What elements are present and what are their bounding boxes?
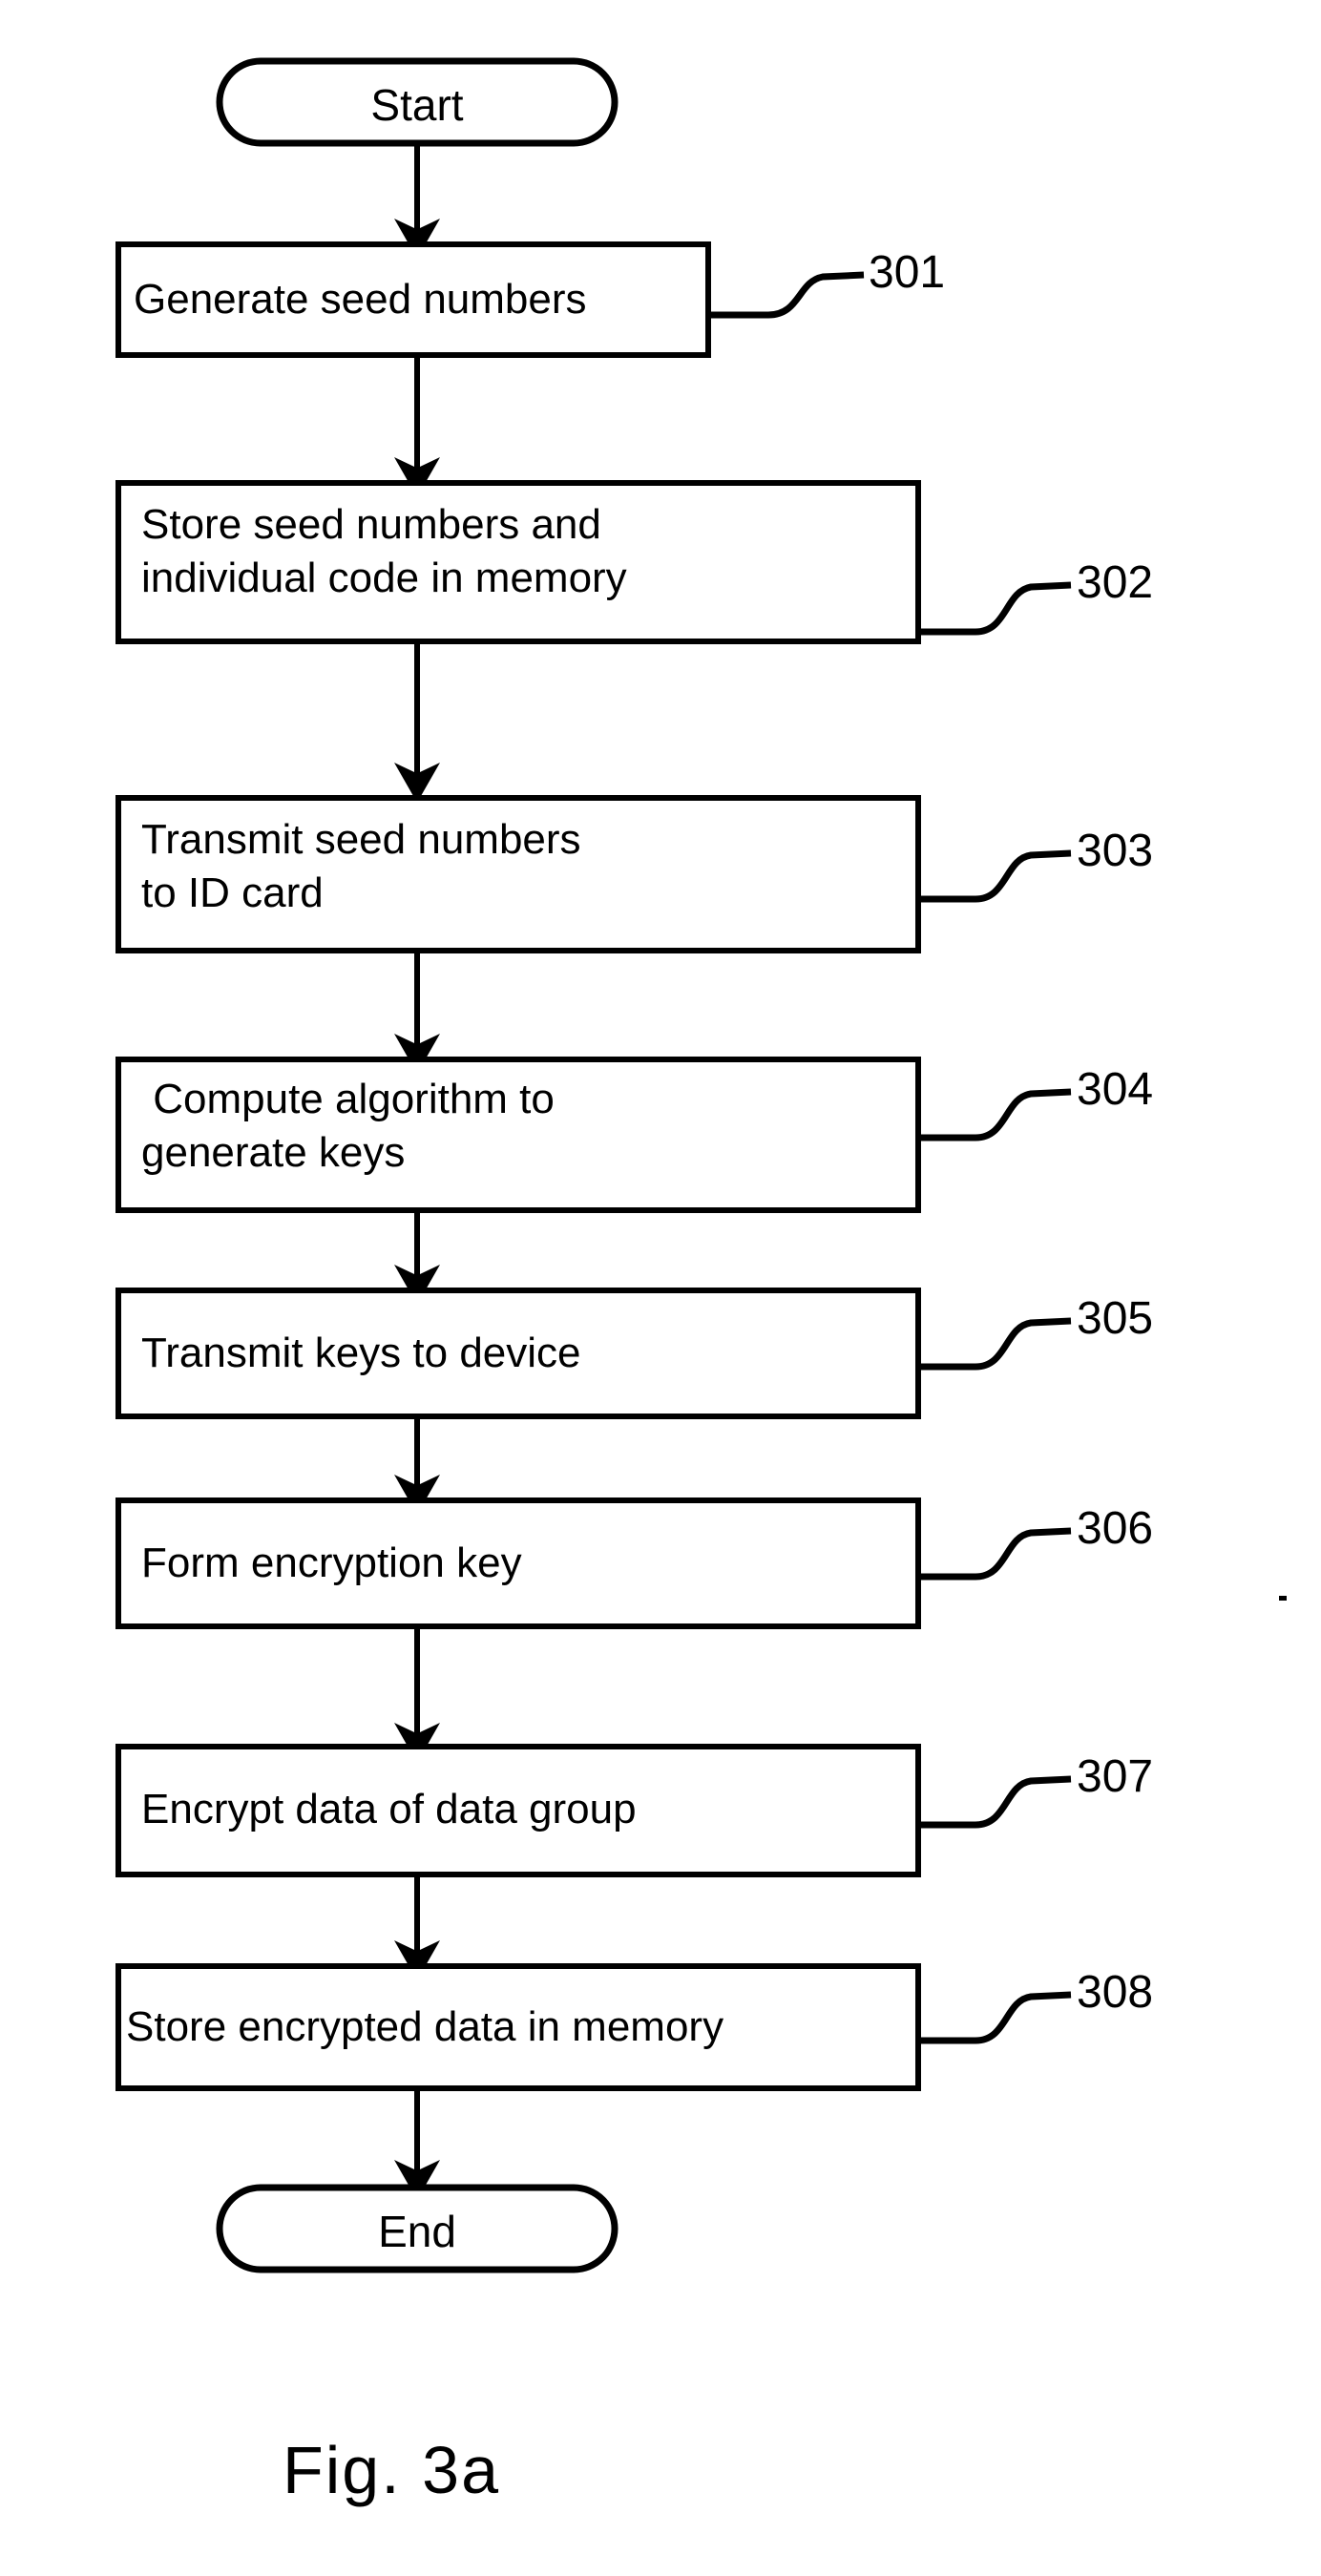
process-label-302-line-2: individual code in memory (141, 555, 627, 601)
reference-numeral-307: 307 (1077, 1751, 1154, 1802)
figure-page: Start Generate seed numbers Store seed n… (0, 0, 1321, 2576)
process-label-305: Transmit keys to device (141, 1330, 581, 1376)
reference-numeral-306: 306 (1077, 1503, 1154, 1554)
scan-artifact-speck (1279, 1596, 1287, 1601)
end-terminator-label: End (378, 2207, 456, 2256)
process-label-304-line-2: generate keys (141, 1129, 406, 1176)
process-label-307: Encrypt data of data group (141, 1786, 637, 1833)
process-label-304-line-1: Compute algorithm to (141, 1076, 555, 1122)
leader-line-307 (918, 1775, 1072, 1829)
reference-numeral-302: 302 (1077, 557, 1154, 608)
start-terminator-label: Start (370, 80, 464, 130)
leader-line-302 (918, 581, 1072, 636)
leader-line-306 (918, 1527, 1072, 1581)
process-label-303-line-1: Transmit seed numbers (141, 816, 581, 863)
reference-numeral-308: 308 (1077, 1967, 1154, 2018)
reference-numeral-305: 305 (1077, 1293, 1154, 1344)
reference-numeral-304: 304 (1077, 1064, 1154, 1115)
process-label-302-line-1: Store seed numbers and (141, 501, 601, 548)
reference-numeral-301: 301 (869, 247, 946, 298)
leader-line-305 (918, 1317, 1072, 1371)
process-label-308: Store encrypted data in memory (126, 2003, 724, 2050)
reference-numeral-303: 303 (1077, 826, 1154, 876)
process-label-301: Generate seed numbers (134, 276, 587, 323)
leader-line-308 (918, 1991, 1072, 2044)
process-label-306: Form encryption key (141, 1539, 522, 1586)
leader-line-304 (918, 1088, 1072, 1141)
leader-line-303 (918, 849, 1072, 903)
process-label-303-line-2: to ID card (141, 869, 324, 916)
figure-caption: Fig. 3a (283, 2433, 500, 2507)
flowchart-canvas (115, 57, 1072, 2273)
